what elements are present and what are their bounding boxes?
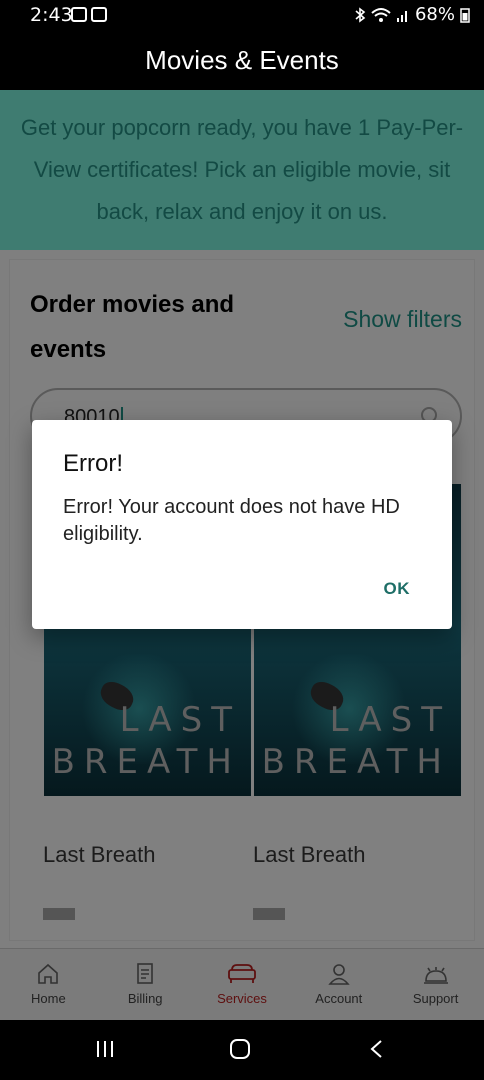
dialog-message: Error! Your account does not have HD eli…	[63, 496, 400, 545]
poster-title-line2: BREATH	[51, 742, 241, 782]
billing-icon	[137, 963, 153, 984]
nav-home[interactable]: Home	[0, 949, 97, 1020]
ok-button[interactable]: OK	[384, 579, 411, 599]
battery-level: 68%	[414, 4, 455, 25]
account-icon	[328, 964, 350, 985]
error-dialog: Error! Error! Your account does not have…	[32, 420, 452, 629]
show-filters-link[interactable]: Show filters	[343, 306, 462, 333]
bluetooth-icon	[355, 6, 366, 23]
poster-title-line1: LAST	[119, 700, 241, 740]
order-title: Order movies and events	[30, 291, 235, 363]
status-right: 68%	[354, 4, 470, 25]
ppv-banner: Get your popcorn ready, you have 1 Pay-P…	[0, 90, 484, 250]
status-time: 2:43	[30, 4, 73, 26]
battery-icon	[460, 7, 470, 23]
nav-label: Support	[412, 991, 459, 1006]
dialog-title: Error!	[63, 450, 123, 477]
page-title: Movies & Events	[145, 44, 339, 75]
nav-label: Account	[315, 991, 363, 1006]
bottom-nav: Home Billing Services Account Support	[0, 948, 484, 1020]
nav-label: Billing	[127, 991, 163, 1006]
nav-services[interactable]: Services	[194, 949, 291, 1020]
nav-label: Home	[31, 991, 66, 1006]
home-button-icon[interactable]	[229, 1038, 251, 1060]
notification-icons	[71, 7, 107, 22]
nav-billing[interactable]: Billing	[97, 949, 194, 1020]
recent-apps-icon[interactable]	[94, 1038, 116, 1060]
signal-icon	[396, 10, 407, 22]
nav-label: Services	[217, 991, 267, 1006]
movie-title[interactable]: Last Breath	[43, 842, 156, 868]
back-icon[interactable]	[366, 1038, 388, 1060]
hd-badge	[43, 908, 75, 920]
support-icon	[423, 967, 448, 984]
movie-title[interactable]: Last Breath	[253, 842, 366, 868]
mail-icon	[91, 7, 107, 22]
hd-badge	[253, 908, 285, 920]
system-nav-bar	[0, 1020, 484, 1080]
app-bar: Movies & Events	[0, 30, 484, 90]
home-icon	[38, 963, 59, 984]
poster-title-line1: LAST	[329, 700, 451, 740]
nav-support[interactable]: Support	[387, 949, 484, 1020]
services-icon	[228, 964, 256, 983]
status-bar: 2:43 68%	[0, 0, 484, 30]
poster-title-line2: BREATH	[261, 742, 451, 782]
gallery-icon	[71, 7, 87, 22]
nav-account[interactable]: Account	[290, 949, 387, 1020]
wifi-icon	[371, 7, 391, 22]
